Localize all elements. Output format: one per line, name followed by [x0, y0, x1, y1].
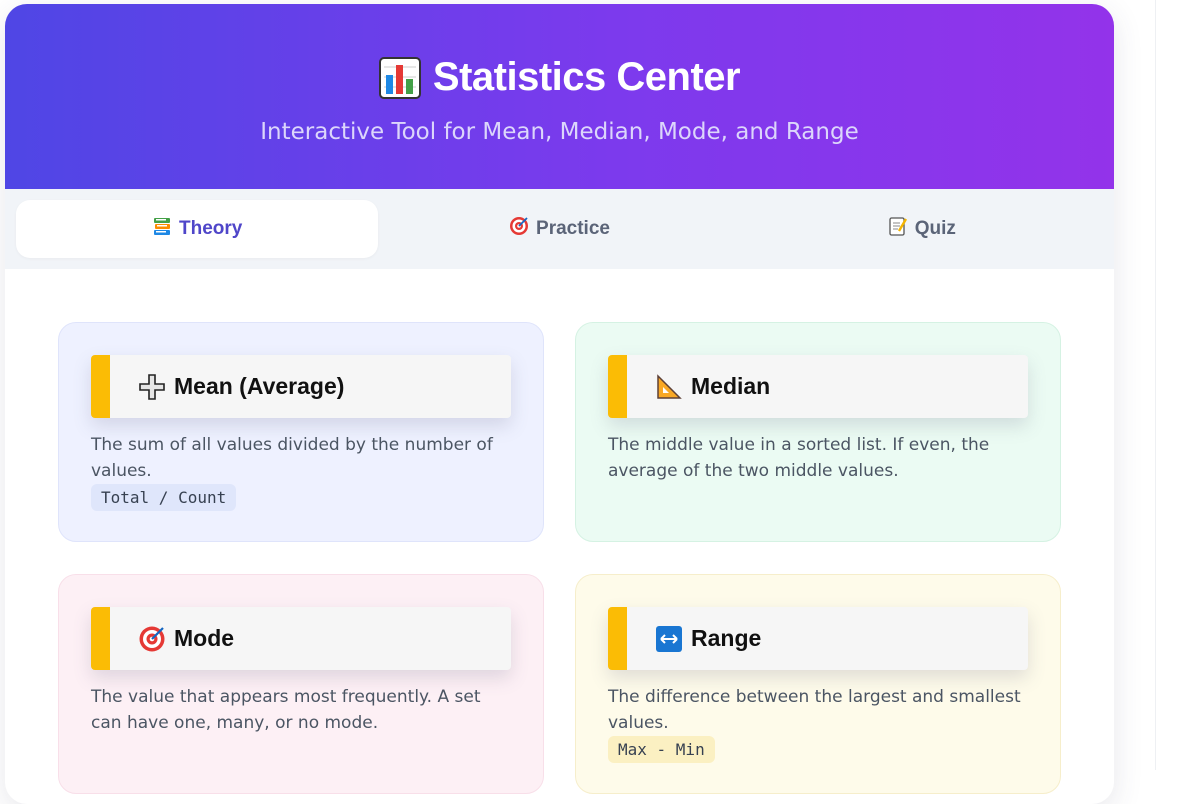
- formula: Max - Min: [608, 736, 715, 763]
- page-subtitle: Interactive Tool for Mean, Median, Mode,…: [260, 119, 859, 145]
- card-header: Median: [608, 355, 1028, 418]
- card-title: Range: [691, 625, 762, 651]
- card-description: The sum of all values divided by the num…: [91, 435, 493, 481]
- title-row: Statistics Center: [5, 4, 1114, 109]
- card-description: The difference between the largest and s…: [608, 687, 1021, 733]
- target-icon: [509, 216, 529, 242]
- target-icon: [138, 625, 166, 653]
- card-description: The middle value in a sorted list. If ev…: [608, 435, 990, 481]
- header: Statistics Center Interactive Tool for M…: [5, 4, 1114, 189]
- tab-label: Theory: [178, 218, 243, 239]
- books-icon: [152, 216, 172, 242]
- app-window: Statistics Center Interactive Tool for M…: [5, 4, 1114, 804]
- theory-content: Mean (Average) The sum of all values div…: [5, 269, 1114, 794]
- card-header: Range: [608, 607, 1028, 670]
- page-title: Statistics Center: [432, 55, 741, 99]
- range-card: Range The difference between the largest…: [575, 574, 1061, 794]
- card-header: Mode: [91, 607, 511, 670]
- triangle-ruler-icon: [655, 373, 683, 401]
- tab-theory[interactable]: Theory: [16, 200, 379, 258]
- bar-chart-icon: [378, 56, 421, 99]
- mean-card: Mean (Average) The sum of all values div…: [58, 322, 544, 542]
- memo-icon: [888, 216, 908, 242]
- median-card: Median The middle value in a sorted list…: [575, 322, 1061, 542]
- tab-quiz[interactable]: Quiz: [741, 200, 1103, 258]
- mode-card: Mode The value that appears most frequen…: [58, 574, 544, 794]
- card-header: Mean (Average): [91, 355, 511, 418]
- plus-icon: [138, 373, 166, 401]
- left-right-arrow-icon: [655, 625, 683, 653]
- card-title: Mode: [174, 625, 235, 651]
- card-title: Median: [691, 373, 771, 399]
- card-description: The value that appears most frequently. …: [91, 687, 481, 733]
- card-title: Mean (Average): [174, 373, 345, 399]
- tab-label: Practice: [536, 218, 610, 239]
- tab-label: Quiz: [914, 218, 956, 239]
- tab-bar: Theory Practice Quiz: [5, 189, 1114, 269]
- tab-practice[interactable]: Practice: [378, 200, 740, 258]
- page-edge: [1155, 0, 1180, 770]
- formula: Total / Count: [91, 484, 237, 511]
